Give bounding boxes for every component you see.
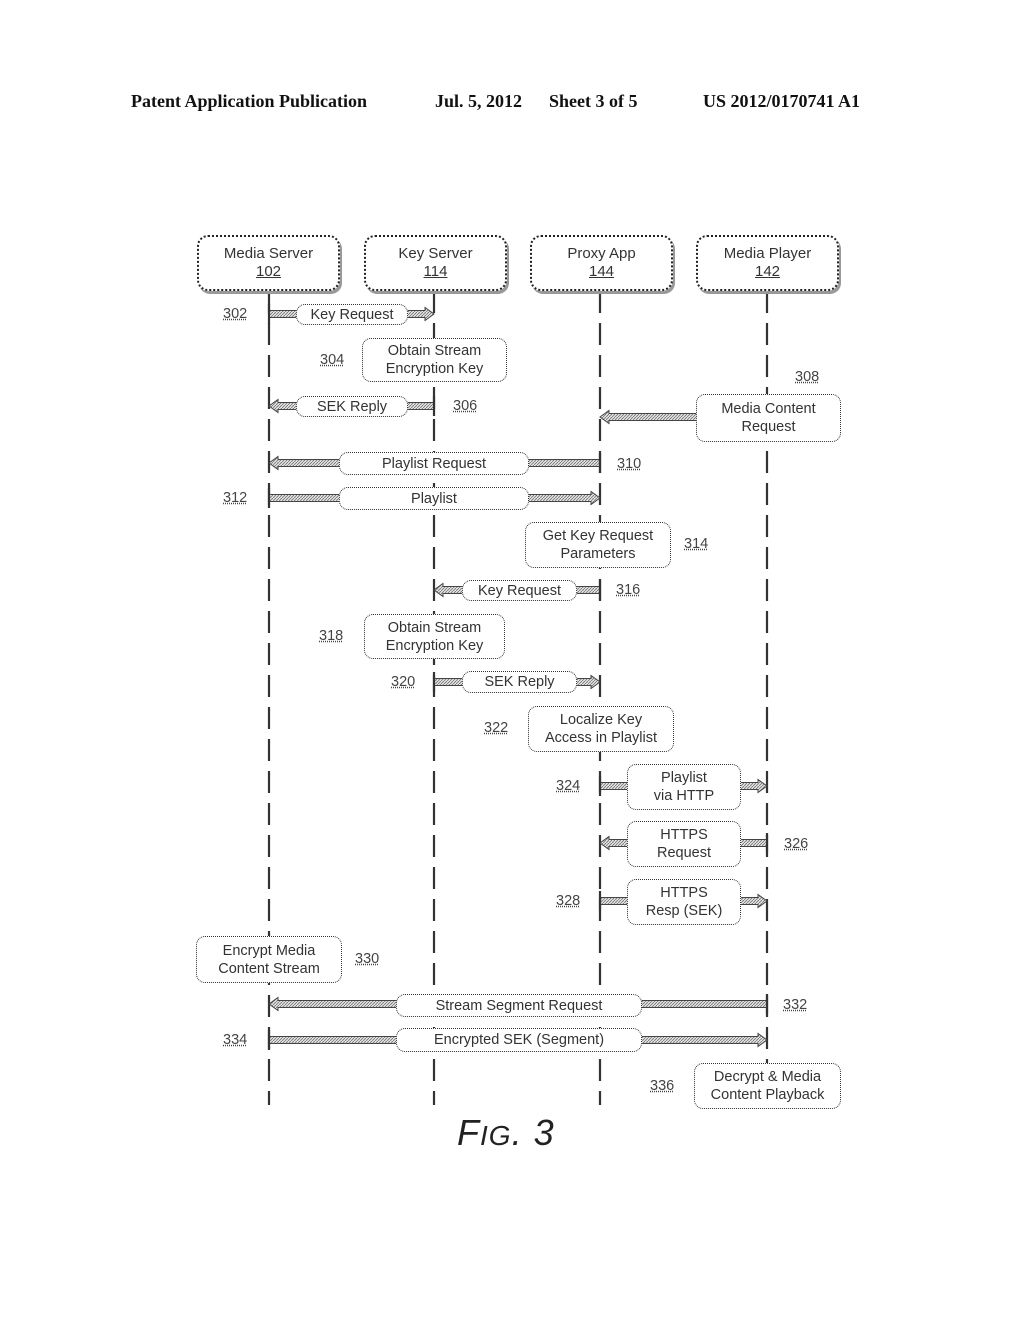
message-line: HTTPS [660,885,708,901]
participant-ref: 144 [588,263,615,280]
process-get-key-params-314: Get Key Request Parameters [525,522,671,568]
message-line: HTTPS [660,827,708,843]
ref-302: 302 [223,306,248,322]
figure-prefix: F [457,1112,480,1153]
figure-number: . 3 [511,1112,555,1153]
message-line: Request [656,845,711,861]
message-https-resp-328: HTTPS Resp (SEK) [627,879,741,925]
process-encrypt-stream-330: Encrypt Media Content Stream [196,936,342,983]
message-media-content-request-308: Media Content Request [696,394,841,442]
figure-label: FIG. 3 [457,1112,555,1154]
participant-media-player: Media Player 142 [696,235,839,291]
process-line: Obtain Stream [387,343,482,359]
message-label: SEK Reply [484,674,555,690]
message-playlist-http-324: Playlist via HTTP [627,764,741,810]
process-line: Content Playback [710,1087,825,1103]
message-https-request-326: HTTPS Request [627,821,741,867]
message-key-request-302: Key Request [296,304,408,325]
process-line: Encryption Key [385,361,484,377]
message-line: Playlist [661,770,707,786]
process-line: Content Stream [218,960,320,977]
process-line: Get Key Request [542,528,654,544]
participant-proxy-app: Proxy App 144 [530,235,673,291]
participant-media-server: Media Server 102 [197,235,340,291]
message-line: via HTTP [653,788,715,804]
process-line: Encryption Key [385,637,484,654]
message-label: Playlist [411,490,457,507]
message-line: Resp (SEK) [645,903,723,919]
message-label: Key Request [477,582,562,599]
participant-ref: 102 [255,263,282,280]
ref-322: 322 [484,720,509,736]
process-decrypt-playback-336: Decrypt & Media Content Playback [694,1063,841,1109]
message-label: SEK Reply [316,398,388,415]
message-sek-reply-306: SEK Reply [296,396,408,417]
participant-ref: 142 [754,263,781,280]
participant-name: Proxy App [567,245,636,262]
message-label: Key Request [310,306,394,323]
message-sek-reply-320: SEK Reply [462,671,577,693]
message-label: Playlist Request [382,455,486,472]
process-line: Parameters [560,546,636,562]
ref-332: 332 [783,997,808,1013]
message-label: Stream Segment Request [435,997,603,1014]
ref-326: 326 [784,836,809,852]
ref-306: 306 [453,398,478,414]
process-obtain-sek-318: Obtain Stream Encryption Key [364,614,505,659]
participant-ref: 114 [423,263,448,280]
ref-320: 320 [391,674,416,690]
ref-324: 324 [556,778,581,794]
participant-key-server: Key Server 114 [364,235,507,291]
message-playlist-request-310: Playlist Request [339,452,529,475]
participant-name: Media Player [723,245,812,262]
process-line: Decrypt & Media [713,1069,822,1085]
process-obtain-sek-304: Obtain Stream Encryption Key [362,338,507,382]
message-line: Request [741,419,796,435]
ref-328: 328 [556,893,581,909]
ref-310: 310 [617,456,642,472]
ref-334: 334 [223,1032,248,1048]
process-localize-key-322: Localize Key Access in Playlist [528,706,674,752]
ref-336: 336 [650,1078,675,1094]
ref-330: 330 [355,951,380,967]
message-key-request-316: Key Request [462,580,577,601]
process-line: Encrypt Media [222,942,316,959]
process-line: Obtain Stream [387,619,482,636]
figure-smallcaps: IG [480,1120,512,1151]
message-stream-segment-request-332: Stream Segment Request [396,994,642,1017]
message-playlist-312: Playlist [339,487,529,510]
ref-308: 308 [795,369,820,385]
process-line: Access in Playlist [544,730,657,746]
message-label: Encrypted SEK (Segment) [433,1032,605,1048]
participant-name: Key Server [398,245,473,262]
ref-316: 316 [616,582,641,598]
ref-312: 312 [223,490,248,506]
message-line: Media Content [721,401,816,417]
process-line: Localize Key [559,712,643,728]
ref-314: 314 [684,536,709,552]
ref-318: 318 [319,628,344,644]
message-encrypted-sek-334: Encrypted SEK (Segment) [396,1028,642,1052]
ref-304: 304 [320,352,345,368]
participant-name: Media Server [223,245,314,262]
